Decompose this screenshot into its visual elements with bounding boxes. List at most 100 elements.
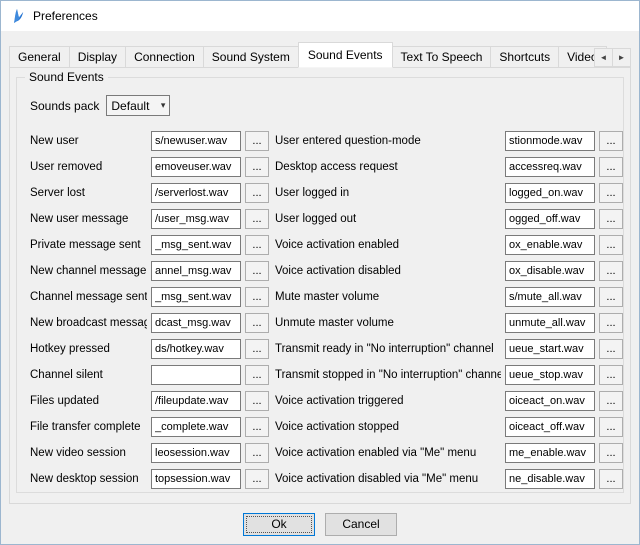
browse-button[interactable]: ...: [245, 417, 269, 437]
cancel-button[interactable]: Cancel: [325, 513, 397, 536]
sound-event-label: Transmit ready in "No interruption" chan…: [275, 343, 501, 355]
sound-file-input[interactable]: [151, 365, 241, 385]
browse-button[interactable]: ...: [599, 287, 623, 307]
sound-file-input[interactable]: [151, 339, 241, 359]
sound-file-input[interactable]: [151, 391, 241, 411]
browse-button[interactable]: ...: [245, 391, 269, 411]
sound-event-label: Voice activation enabled: [275, 239, 501, 251]
sound-file-input[interactable]: [505, 287, 595, 307]
tab-general[interactable]: General: [9, 46, 70, 68]
sound-event-row: New channel message...: [30, 258, 271, 284]
sound-file-input[interactable]: [151, 469, 241, 489]
tab-shortcuts[interactable]: Shortcuts: [490, 46, 559, 68]
browse-button[interactable]: ...: [599, 391, 623, 411]
sound-event-label: Voice activation disabled via "Me" menu: [275, 473, 501, 485]
ok-button[interactable]: Ok: [243, 513, 315, 536]
sound-file-input[interactable]: [505, 443, 595, 463]
tab-text-to-speech[interactable]: Text To Speech: [392, 46, 492, 68]
sound-file-input[interactable]: [505, 209, 595, 229]
sound-file-input[interactable]: [505, 365, 595, 385]
sound-event-label: User removed: [30, 161, 147, 173]
sound-event-label: User logged in: [275, 187, 501, 199]
sound-event-label: New user message: [30, 213, 147, 225]
sound-file-input[interactable]: [505, 391, 595, 411]
sound-event-row: Server lost...: [30, 180, 271, 206]
sound-event-row: New desktop session...: [30, 466, 271, 492]
browse-button[interactable]: ...: [245, 313, 269, 333]
sound-file-input[interactable]: [151, 209, 241, 229]
left-column: New user...User removed...Server lost...…: [30, 128, 271, 492]
sound-event-label: User entered question-mode: [275, 135, 501, 147]
browse-button[interactable]: ...: [599, 443, 623, 463]
sound-file-input[interactable]: [505, 235, 595, 255]
browse-button[interactable]: ...: [245, 183, 269, 203]
sounds-pack-select[interactable]: Default ▾: [106, 95, 170, 116]
tab-bar: GeneralDisplayConnectionSound SystemSoun…: [9, 42, 631, 68]
sound-event-row: File transfer complete...: [30, 414, 271, 440]
browse-button[interactable]: ...: [245, 443, 269, 463]
browse-button[interactable]: ...: [245, 235, 269, 255]
sound-file-input[interactable]: [505, 469, 595, 489]
browse-button[interactable]: ...: [245, 209, 269, 229]
sound-file-input[interactable]: [505, 131, 595, 151]
browse-button[interactable]: ...: [599, 339, 623, 359]
browse-button[interactable]: ...: [599, 131, 623, 151]
sound-file-input[interactable]: [151, 313, 241, 333]
tab-sound-events[interactable]: Sound Events: [298, 42, 393, 68]
sound-event-label: Server lost: [30, 187, 147, 199]
sound-file-input[interactable]: [151, 235, 241, 255]
sound-file-input[interactable]: [505, 183, 595, 203]
browse-button[interactable]: ...: [599, 209, 623, 229]
sound-event-row: Hotkey pressed...: [30, 336, 271, 362]
browse-button[interactable]: ...: [599, 235, 623, 255]
sound-event-row: Channel silent...: [30, 362, 271, 388]
sound-event-label: Channel message sent: [30, 291, 147, 303]
sound-file-input[interactable]: [151, 417, 241, 437]
sounds-pack-value: Default: [111, 99, 156, 113]
sound-file-input[interactable]: [151, 183, 241, 203]
sound-file-input[interactable]: [151, 287, 241, 307]
tab-display[interactable]: Display: [69, 46, 126, 68]
tab-scroll-left-icon[interactable]: ◄: [594, 48, 613, 67]
sound-file-input[interactable]: [505, 157, 595, 177]
chevron-down-icon: ▾: [161, 100, 166, 111]
browse-button[interactable]: ...: [245, 261, 269, 281]
browse-button[interactable]: ...: [599, 365, 623, 385]
browse-button[interactable]: ...: [599, 313, 623, 333]
tab-sound-system[interactable]: Sound System: [203, 46, 299, 68]
sound-event-row: Private message sent...: [30, 232, 271, 258]
sound-event-row: Transmit ready in "No interruption" chan…: [275, 336, 623, 362]
browse-button[interactable]: ...: [599, 469, 623, 489]
sound-file-input[interactable]: [505, 261, 595, 281]
browse-button[interactable]: ...: [245, 157, 269, 177]
sound-event-row: User logged in...: [275, 180, 623, 206]
sound-file-input[interactable]: [505, 313, 595, 333]
browse-button[interactable]: ...: [599, 157, 623, 177]
browse-button[interactable]: ...: [245, 131, 269, 151]
tab-connection[interactable]: Connection: [125, 46, 204, 68]
sound-file-input[interactable]: [151, 443, 241, 463]
sound-file-input[interactable]: [505, 339, 595, 359]
sound-event-label: Voice activation disabled: [275, 265, 501, 277]
sound-file-input[interactable]: [151, 131, 241, 151]
sound-file-input[interactable]: [151, 157, 241, 177]
sound-event-label: User logged out: [275, 213, 501, 225]
sound-event-row: New video session...: [30, 440, 271, 466]
browse-button[interactable]: ...: [599, 183, 623, 203]
tab-scroll-right-icon[interactable]: ►: [612, 48, 631, 67]
browse-button[interactable]: ...: [599, 417, 623, 437]
browse-button[interactable]: ...: [245, 339, 269, 359]
sound-file-input[interactable]: [505, 417, 595, 437]
groupbox-title: Sound Events: [25, 70, 108, 84]
sound-file-input[interactable]: [151, 261, 241, 281]
sound-event-row: Voice activation disabled...: [275, 258, 623, 284]
browse-button[interactable]: ...: [245, 365, 269, 385]
browse-button[interactable]: ...: [599, 261, 623, 281]
browse-button[interactable]: ...: [245, 287, 269, 307]
sound-event-row: New user...: [30, 128, 271, 154]
app-icon: [10, 8, 26, 24]
sound-event-label: Unmute master volume: [275, 317, 501, 329]
browse-button[interactable]: ...: [245, 469, 269, 489]
sound-event-row: User logged out...: [275, 206, 623, 232]
sound-event-label: Channel silent: [30, 369, 147, 381]
